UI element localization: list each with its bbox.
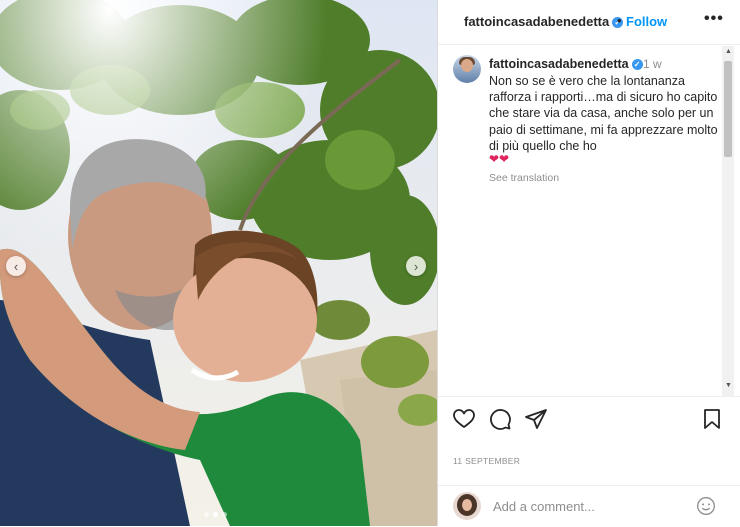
see-translation-link[interactable]: See translation	[489, 172, 559, 184]
emoji-icon[interactable]	[696, 496, 716, 516]
chevron-right-icon[interactable]: ›	[406, 256, 426, 276]
caption-hearts: ❤❤	[489, 152, 510, 166]
carousel-indicator	[204, 512, 227, 517]
current-user-avatar	[453, 492, 481, 520]
action-bar	[438, 396, 740, 441]
chevron-left-icon[interactable]: ‹	[6, 256, 26, 276]
caption-text: Non so se è vero che la lontananza raffo…	[489, 74, 718, 153]
more-icon[interactable]: •••	[704, 10, 724, 28]
avatar-face	[462, 499, 472, 511]
caption-timestamp[interactable]: 1 w	[643, 57, 662, 71]
caption-avatar[interactable]	[453, 55, 481, 83]
heart-icon[interactable]	[452, 407, 476, 431]
scroll-up-icon[interactable]: ▲	[725, 48, 732, 55]
bookmark-icon[interactable]	[700, 407, 724, 431]
carousel-dot	[222, 512, 227, 517]
caption-scrollbar[interactable]: ▲ ▼	[722, 46, 734, 396]
comment-icon[interactable]	[488, 407, 512, 431]
verified-icon: ✓	[631, 59, 643, 71]
comment-input[interactable]: Add a comment...	[493, 499, 595, 514]
photo-illustration	[0, 0, 437, 526]
post-side-panel: fattoincasadabenedetta ✓ • Follow ••• fat…	[437, 0, 740, 526]
separator-dot: •	[617, 13, 622, 28]
header-username[interactable]: fattoincasadabenedetta ✓	[464, 14, 624, 29]
carousel-dot	[204, 512, 209, 517]
post-photo[interactable]: ‹ ›	[0, 0, 437, 526]
scrollbar-thumb[interactable]	[724, 61, 732, 157]
scroll-down-icon[interactable]: ▼	[725, 382, 732, 389]
share-icon[interactable]	[524, 407, 548, 431]
instagram-post-modal: ‹ › fattoincasadabenedetta ✓ • Follow •••…	[0, 0, 740, 526]
avatar-face	[461, 59, 473, 72]
post-date[interactable]: 11 SEPTEMBER	[453, 456, 520, 466]
comment-bar: Add a comment...	[438, 485, 740, 527]
header-username-text[interactable]: fattoincasadabenedetta	[464, 14, 609, 29]
follow-button[interactable]: Follow	[626, 14, 667, 29]
caption-username[interactable]: fattoincasadabenedetta ✓	[489, 57, 643, 71]
caption-area: fattoincasadabenedetta ✓ 1 w Non so se è …	[438, 45, 732, 395]
caption-username-text[interactable]: fattoincasadabenedetta	[489, 57, 629, 71]
carousel-dot-active	[213, 512, 218, 517]
post-header: fattoincasadabenedetta ✓ • Follow •••	[438, 0, 740, 45]
